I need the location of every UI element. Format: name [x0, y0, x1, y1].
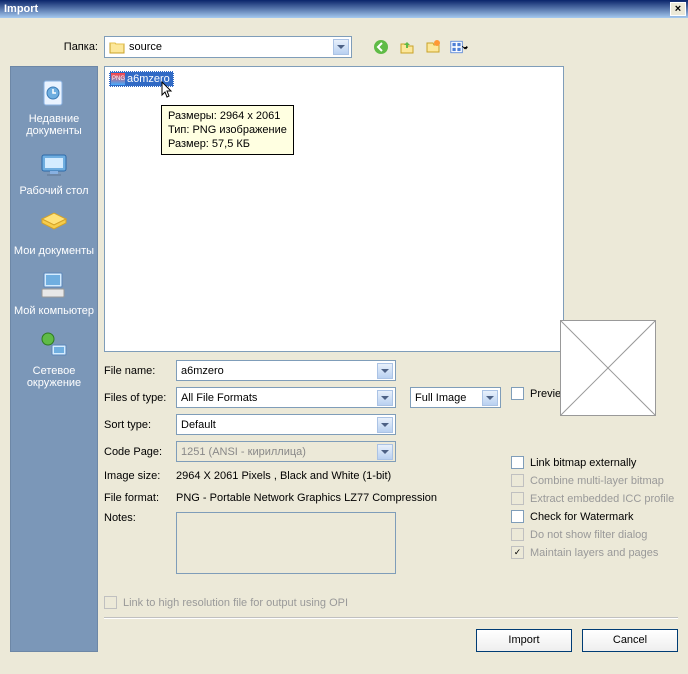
computer-icon	[38, 269, 70, 301]
dropdown-arrow-icon[interactable]	[377, 363, 393, 379]
filetype-select[interactable]: All File Formats	[176, 387, 396, 408]
sidebar-desktop[interactable]: Рабочий стол	[13, 145, 95, 201]
cancel-button[interactable]: Cancel	[582, 629, 678, 652]
dropdown-arrow-icon[interactable]	[482, 390, 498, 406]
window-title: Import	[4, 3, 670, 15]
imagesize-label: Image size:	[104, 470, 176, 482]
dropdown-arrow-icon[interactable]	[377, 417, 393, 433]
desktop-icon	[38, 149, 70, 181]
new-folder-button[interactable]	[424, 38, 442, 56]
preview-checkbox[interactable]	[511, 387, 524, 400]
png-file-icon: PNG	[111, 73, 125, 85]
notes-textarea	[176, 512, 396, 574]
view-menu-button[interactable]	[450, 38, 468, 56]
sorttype-label: Sort type:	[104, 419, 176, 431]
import-button[interactable]: Import	[476, 629, 572, 652]
up-button[interactable]	[398, 38, 416, 56]
codepage-label: Code Page:	[104, 446, 176, 458]
extract-icc-checkbox	[511, 492, 524, 505]
preview-thumbnail	[560, 320, 656, 416]
sidebar-network[interactable]: Сетевое окружение	[13, 325, 95, 393]
cursor-icon	[161, 81, 175, 101]
codepage-select: 1251 (ANSI - кириллица)	[176, 441, 396, 462]
network-icon	[38, 329, 70, 361]
recent-docs-icon	[38, 77, 70, 109]
close-button[interactable]: ×	[670, 2, 686, 16]
filetype-label: Files of type:	[104, 392, 176, 404]
notes-label: Notes:	[104, 512, 176, 524]
title-bar: Import ×	[0, 0, 688, 18]
no-filter-checkbox	[511, 528, 524, 541]
fileformat-value: PNG - Portable Network Graphics LZ77 Com…	[176, 490, 437, 506]
separator	[104, 617, 678, 619]
folder-icon	[109, 40, 125, 54]
fileformat-label: File format:	[104, 492, 176, 504]
dropdown-arrow-icon[interactable]	[333, 39, 349, 55]
maintain-layers-checkbox: ✓	[511, 546, 524, 559]
watermark-checkbox[interactable]	[511, 510, 524, 523]
dropdown-arrow-icon[interactable]	[377, 390, 393, 406]
opi-label: Link to high resolution file for output …	[123, 597, 348, 609]
folder-value: source	[129, 41, 162, 53]
fullimage-select[interactable]: Full Image	[410, 387, 501, 408]
back-button[interactable]	[372, 38, 390, 56]
folder-label: Папка:	[10, 41, 98, 53]
file-tooltip: Размеры: 2964 x 2061 Тип: PNG изображени…	[161, 105, 294, 155]
filename-input[interactable]: a6mzero	[176, 360, 396, 381]
opi-checkbox	[104, 596, 117, 609]
imagesize-value: 2964 X 2061 Pixels , Black and White (1-…	[176, 468, 391, 484]
sidebar-mydocs[interactable]: Мои документы	[13, 205, 95, 261]
places-sidebar: Недавние документы Рабочий стол Мои доку…	[10, 66, 98, 652]
link-external-checkbox[interactable]	[511, 456, 524, 469]
sidebar-mycomputer[interactable]: Мой компьютер	[13, 265, 95, 321]
dropdown-arrow-icon	[377, 444, 393, 460]
filename-label: File name:	[104, 365, 176, 377]
folder-select[interactable]: source	[104, 36, 352, 58]
mydocs-icon	[38, 209, 70, 241]
combine-checkbox	[511, 474, 524, 487]
file-list[interactable]: PNG a6mzero Размеры: 2964 x 2061 Тип: PN…	[104, 66, 564, 352]
sidebar-recent[interactable]: Недавние документы	[13, 73, 95, 141]
sorttype-select[interactable]: Default	[176, 414, 396, 435]
